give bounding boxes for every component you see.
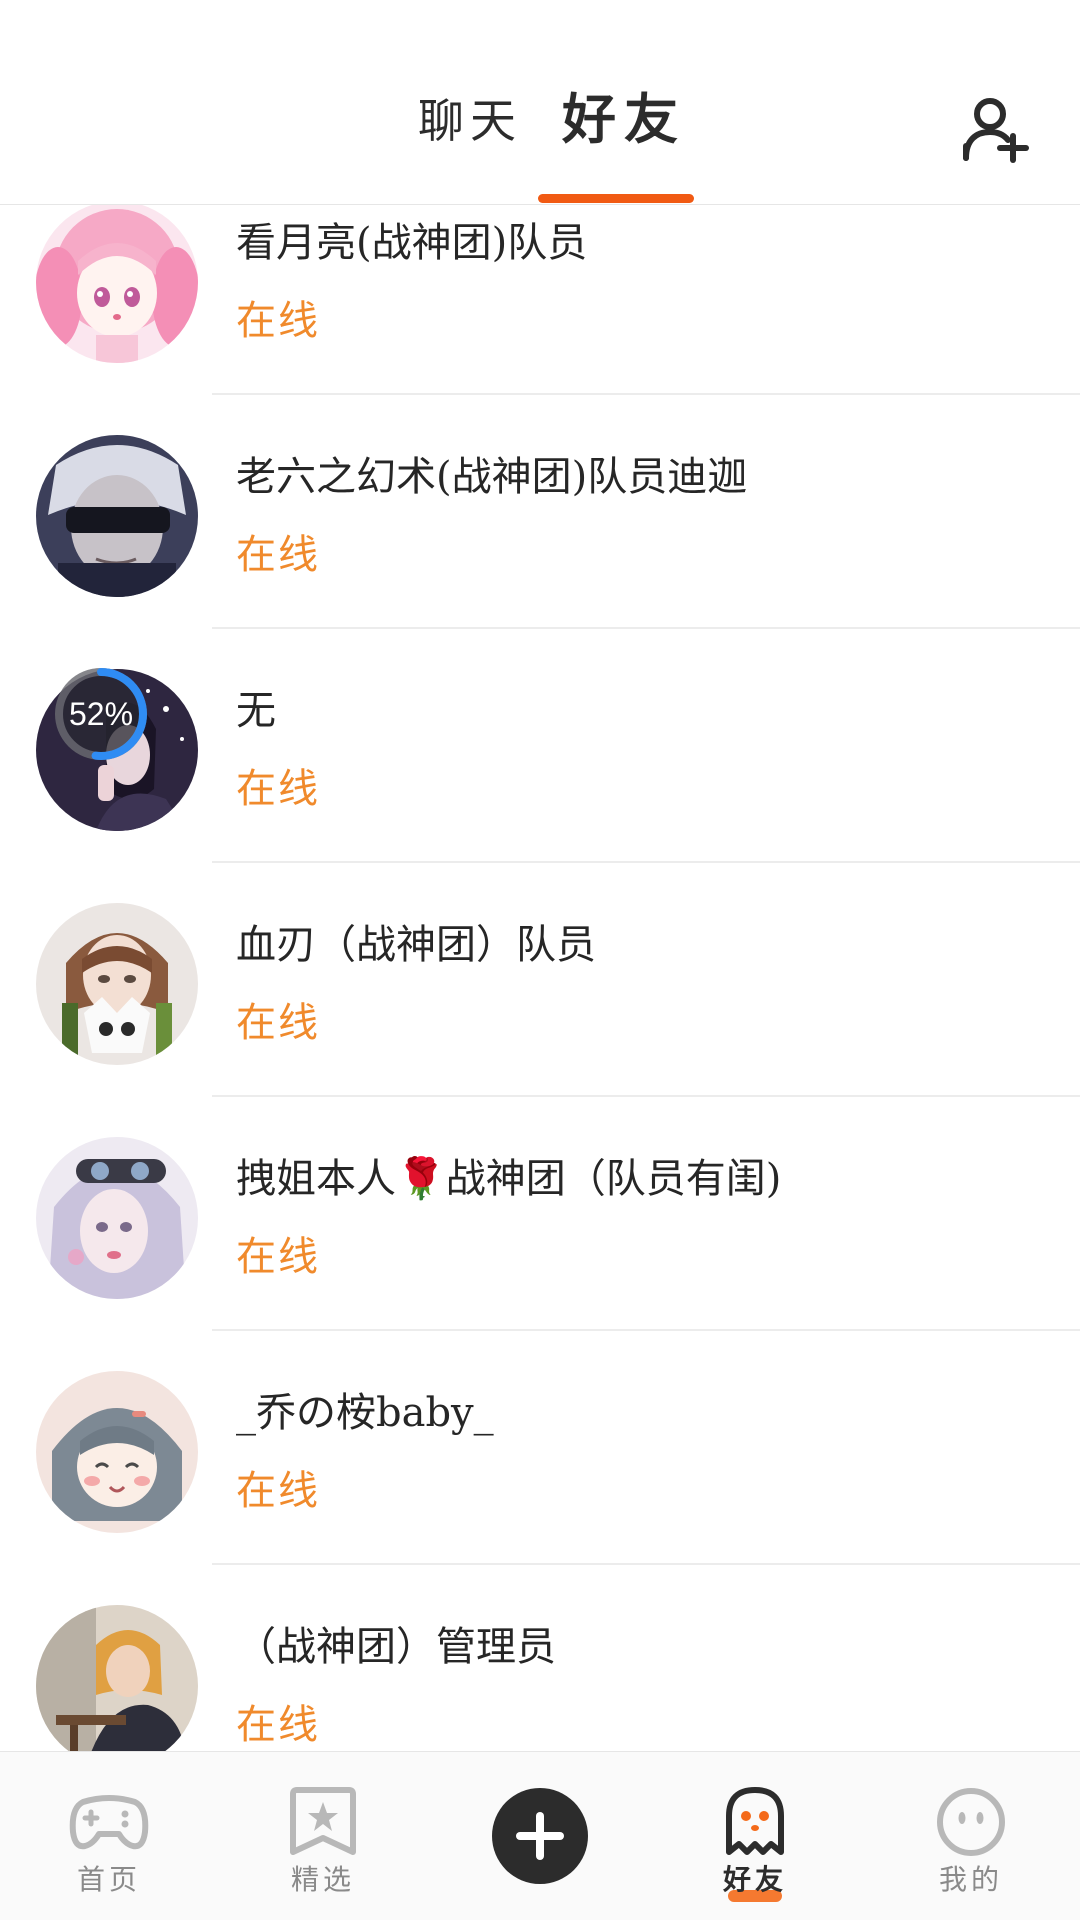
nav-home[interactable]: 首页 bbox=[34, 1752, 184, 1920]
gamepad-icon bbox=[69, 1795, 149, 1850]
nav-label: 精选 bbox=[290, 1863, 355, 1896]
friend-avatar bbox=[36, 1605, 198, 1751]
friend-status: 在线 bbox=[236, 766, 320, 812]
friend-avatar bbox=[36, 1371, 198, 1533]
friend-status: 在线 bbox=[236, 1000, 320, 1046]
friend-status: 在线 bbox=[236, 298, 320, 344]
friend-name: 拽姐本人🌹战神团（队员有闺) bbox=[236, 1156, 782, 1202]
friend-name: （战神团）管理员 bbox=[236, 1624, 556, 1670]
active-tab-indicator bbox=[538, 194, 694, 203]
friend-row[interactable]: 52% 无 在线 bbox=[0, 629, 1080, 863]
nav-label: 好友 bbox=[722, 1863, 787, 1896]
bookmark-star-icon bbox=[290, 1787, 356, 1855]
friend-name: 血刃（战神团）队员 bbox=[236, 922, 596, 968]
friend-row[interactable]: 看月亮(战神团)队员 在线 bbox=[0, 205, 1080, 395]
nav-label: 我的 bbox=[938, 1863, 1003, 1896]
friend-list[interactable]: 看月亮(战神团)队员 在线 老六之幻术(战神团)队员迪迦 在线 52% 无 在线… bbox=[0, 205, 1080, 1751]
smiley-face-icon bbox=[937, 1788, 1005, 1856]
friend-status: 在线 bbox=[236, 532, 320, 578]
nav-me[interactable]: 我的 bbox=[896, 1752, 1046, 1920]
upload-progress-text: 52% bbox=[68, 696, 134, 732]
friend-status: 在线 bbox=[236, 1702, 320, 1748]
friend-avatar bbox=[36, 205, 198, 363]
tab-friends[interactable]: 好友 bbox=[562, 92, 686, 146]
nav-featured[interactable]: 精选 bbox=[248, 1752, 398, 1920]
friend-row[interactable]: 血刃（战神团）队员 在线 bbox=[0, 863, 1080, 1097]
add-person-icon bbox=[963, 98, 1029, 163]
plus-button[interactable] bbox=[492, 1788, 588, 1884]
bottom-nav: 首页 精选 好友 我的 bbox=[0, 1751, 1080, 1920]
friend-row[interactable]: 老六之幻术(战神团)队员迪迦 在线 bbox=[0, 395, 1080, 629]
friend-status: 在线 bbox=[236, 1468, 320, 1514]
friend-avatar bbox=[36, 903, 198, 1065]
tab-chat[interactable]: 聊天 bbox=[418, 98, 522, 144]
friend-status: 在线 bbox=[236, 1234, 320, 1280]
top-header: 聊天 好友 bbox=[0, 0, 1080, 205]
plus-icon bbox=[516, 1812, 564, 1860]
friend-name: 老六之幻术(战神团)队员迪迦 bbox=[236, 454, 748, 500]
app-root: 聊天 好友 看月亮(战神团)队员 在线 老六之幻术(战神团)队员迪迦 在线 52… bbox=[0, 0, 1080, 1920]
friend-avatar bbox=[36, 1137, 198, 1299]
friend-row[interactable]: 拽姐本人🌹战神团（队员有闺) 在线 bbox=[0, 1097, 1080, 1331]
nav-friends[interactable]: 好友 bbox=[680, 1752, 830, 1920]
friend-row[interactable]: _乔の桉baby_ 在线 bbox=[0, 1331, 1080, 1565]
friend-name: _乔の桉baby_ bbox=[236, 1390, 494, 1436]
nav-label: 首页 bbox=[76, 1863, 141, 1896]
friend-row[interactable]: （战神团）管理员 在线 bbox=[0, 1565, 1080, 1751]
add-friend-button[interactable] bbox=[960, 96, 1032, 168]
ghost-icon bbox=[726, 1787, 784, 1855]
friend-name: 无 bbox=[236, 688, 276, 734]
friend-name: 看月亮(战神团)队员 bbox=[236, 220, 588, 266]
friend-avatar bbox=[36, 435, 198, 597]
